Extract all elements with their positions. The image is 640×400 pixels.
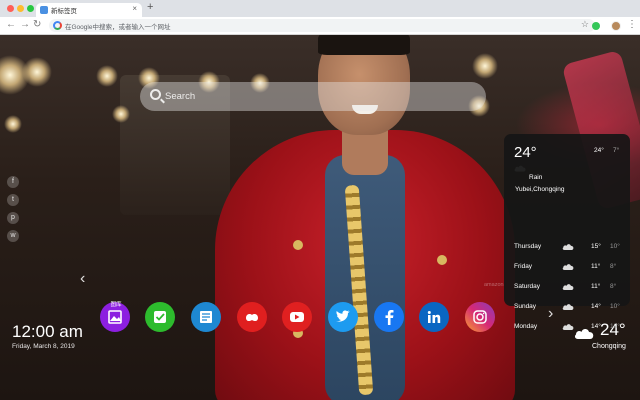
watermark-text: amazon <box>484 282 504 288</box>
close-window-button[interactable] <box>7 5 14 12</box>
weather-corner-city[interactable]: Chongqing <box>592 343 626 350</box>
notes-icon <box>200 311 212 323</box>
bokeh-light <box>22 57 52 87</box>
tab-bar: 新标签页 × + <box>0 0 640 17</box>
facebook-icon[interactable]: f <box>7 176 19 188</box>
gamepad-icon <box>246 314 258 322</box>
facebook-icon <box>385 310 394 325</box>
cloud-icon <box>562 284 574 290</box>
cloud-icon <box>562 324 574 330</box>
wallpaper-hair <box>318 35 410 55</box>
forecast-day: Friday <box>514 263 533 270</box>
maximize-window-button[interactable] <box>27 5 34 12</box>
linkedin-icon <box>427 311 441 323</box>
dock-prev-arrow[interactable]: ‹ <box>80 270 85 288</box>
tab-favicon-icon <box>40 6 48 14</box>
search-bar[interactable] <box>140 82 486 111</box>
forecast-row: Saturday 11° 8° <box>514 282 622 294</box>
bokeh-light <box>112 105 130 123</box>
check-icon <box>154 311 166 323</box>
new-tab-button[interactable]: + <box>147 1 153 13</box>
app-notes[interactable] <box>191 302 221 332</box>
weather-today-low: 7° <box>613 147 620 154</box>
tab-close-icon[interactable]: × <box>132 4 137 13</box>
app-gallery-label: 图库 <box>110 302 122 308</box>
twitter-icon <box>336 310 350 322</box>
search-icon <box>150 89 161 100</box>
forecast-day: Monday <box>514 323 538 330</box>
app-facebook[interactable] <box>374 302 404 332</box>
weather-today-high: 24° <box>594 147 604 154</box>
app-instagram[interactable] <box>465 302 495 332</box>
forecast-low: 10° <box>610 303 620 310</box>
forecast-high: 14° <box>591 303 601 310</box>
forecast-row: Sunday 14° 10° <box>514 302 622 314</box>
weather-current-temp: 24° <box>514 144 537 161</box>
forecast-high: 11° <box>591 283 601 290</box>
back-button[interactable]: ← <box>6 19 16 30</box>
weather-condition: Rain <box>529 174 543 181</box>
app-linkedin[interactable] <box>419 302 449 332</box>
google-icon <box>53 21 62 30</box>
pinterest-icon[interactable]: p <box>7 212 19 224</box>
forecast-high: 14° <box>591 323 601 330</box>
forecast-low: 8° <box>610 263 617 270</box>
forecast-high: 11° <box>591 263 601 270</box>
browser-menu-icon[interactable]: ⋮ <box>627 19 637 30</box>
weather-panel: 24° 24° 7° Rain Yubei,Chongqing Thursday… <box>504 134 630 330</box>
app-twitter[interactable] <box>328 302 358 332</box>
forecast-day: Thursday <box>514 243 542 250</box>
cloud-icon <box>562 264 574 270</box>
search-input[interactable] <box>165 82 465 111</box>
forecast-low: 10° <box>610 243 620 250</box>
bokeh-light <box>472 53 498 79</box>
tab-title: 新标签页 <box>51 8 77 15</box>
clock-time: 12:00 am <box>12 322 83 341</box>
forward-button[interactable]: → <box>20 19 30 30</box>
twitter-icon[interactable]: t <box>7 194 19 206</box>
bokeh-light <box>4 115 22 133</box>
forecast-row: Thursday 15° 10° <box>514 242 622 254</box>
app-todo[interactable] <box>145 302 175 332</box>
wechat-icon[interactable]: w <box>7 230 19 242</box>
profile-avatar[interactable] <box>611 21 621 31</box>
extension-icon[interactable] <box>592 22 600 30</box>
jacket-button <box>437 255 447 265</box>
cloud-icon <box>562 244 574 250</box>
youtube-icon <box>290 312 304 322</box>
address-bar-placeholder: 在Google中搜索，或者输入一个网址 <box>65 24 171 31</box>
forecast-row: Friday 11° 8° <box>514 262 622 274</box>
forecast-day: Sunday <box>514 303 537 310</box>
app-youtube[interactable] <box>282 302 312 332</box>
app-games[interactable] <box>237 302 267 332</box>
cloud-icon <box>514 165 526 172</box>
bokeh-light <box>96 65 118 87</box>
bookmark-star-icon[interactable]: ☆ <box>581 19 589 30</box>
browser-toolbar: ← → ↻ 在Google中搜索，或者输入一个网址 ☆ <box>0 17 640 35</box>
cloud-icon <box>562 304 574 310</box>
jacket-button <box>293 240 303 250</box>
forecast-low: 10° <box>610 323 620 330</box>
active-tab[interactable]: 新标签页 × <box>36 3 142 17</box>
forecast-high: 15° <box>591 243 601 250</box>
forecast-day: Saturday <box>514 283 541 290</box>
weather-location: Yubei,Chongqing <box>515 186 565 193</box>
forecast-low: 8° <box>610 283 617 290</box>
clock-date: Friday, March 8, 2019 <box>12 343 75 350</box>
forecast-row: Monday 14° 10° <box>514 322 622 334</box>
minimize-window-button[interactable] <box>17 5 24 12</box>
reload-button[interactable]: ↻ <box>33 19 41 30</box>
instagram-icon <box>473 310 487 324</box>
address-bar[interactable]: 在Google中搜索，或者输入一个网址 ☆ <box>49 19 595 32</box>
